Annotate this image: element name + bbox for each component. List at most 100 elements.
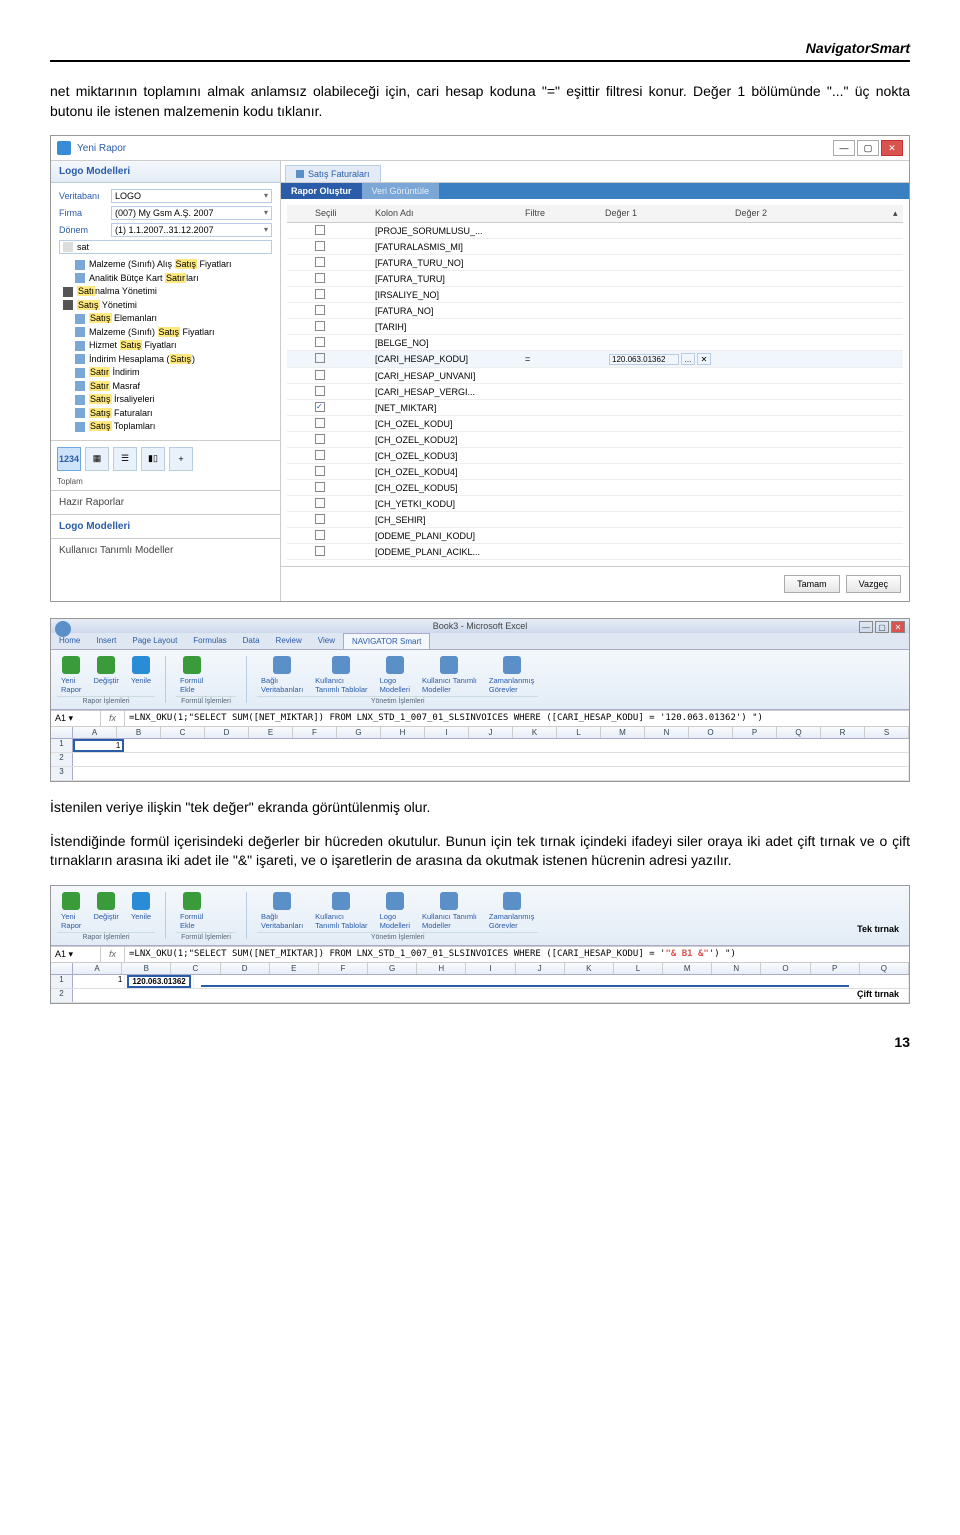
col-header[interactable]: K <box>513 727 557 738</box>
ribbon-button[interactable]: FormülEkle <box>176 654 207 696</box>
col-header[interactable]: A <box>73 727 117 738</box>
ribbon-tab[interactable]: NAVIGATOR Smart <box>343 633 430 649</box>
grid-row[interactable]: [FATURA_TURU] <box>287 271 903 287</box>
ribbon-button[interactable]: ZamanlanmışGörevler <box>485 654 538 696</box>
checkbox[interactable] <box>315 418 325 428</box>
col-header[interactable]: G <box>368 963 417 974</box>
ribbon-button[interactable]: KullanıcıTanımlı Tablolar <box>311 654 371 696</box>
ribbon-tab[interactable]: Review <box>268 633 310 649</box>
ribbon-tab[interactable]: Home <box>51 633 88 649</box>
row-num[interactable]: 3 <box>51 767 73 780</box>
col-header[interactable]: E <box>270 963 319 974</box>
tree-item[interactable]: Satır İndirim <box>59 366 272 380</box>
checkbox[interactable] <box>315 370 325 380</box>
tree-item[interactable]: Satış Toplamları <box>59 420 272 434</box>
col-header[interactable]: K <box>565 963 614 974</box>
ribbon-button[interactable]: ZamanlanmışGörevler <box>485 890 538 932</box>
col-header[interactable]: I <box>425 727 469 738</box>
firma-dropdown[interactable]: (007) My Gsm A.Ş. 2007▾ <box>111 206 272 220</box>
ribbon-button[interactable]: YeniRapor <box>57 890 85 932</box>
subtab-rapor[interactable]: Rapor Oluştur <box>281 183 362 199</box>
section-logo[interactable]: Logo Modelleri <box>51 514 280 538</box>
checkbox[interactable] <box>315 530 325 540</box>
cell-b1[interactable]: 120.063.01362 <box>125 975 193 988</box>
checkbox[interactable] <box>315 450 325 460</box>
name-box-2[interactable]: A1 ▾ <box>51 947 101 962</box>
col-header[interactable]: A <box>73 963 122 974</box>
tree-item[interactable]: Satınalma Yönetimi <box>59 285 272 299</box>
fx-icon[interactable]: fx <box>101 947 125 962</box>
scroll-up[interactable]: ▴ <box>889 205 903 222</box>
col-header[interactable]: P <box>811 963 860 974</box>
checkbox[interactable] <box>315 241 325 251</box>
grid-row[interactable]: [FATURA_TURU_NO] <box>287 255 903 271</box>
checkbox[interactable] <box>315 273 325 283</box>
col-header[interactable]: P <box>733 727 777 738</box>
col-header[interactable]: D <box>205 727 249 738</box>
checkbox[interactable] <box>315 482 325 492</box>
ribbon-button[interactable]: LogoModelleri <box>376 654 414 696</box>
view-1234-button[interactable]: 1234 <box>57 447 81 471</box>
tree-item[interactable]: Satış İrsaliyeleri <box>59 393 272 407</box>
checkbox[interactable] <box>315 305 325 315</box>
col-header[interactable]: L <box>614 963 663 974</box>
view-grid-button[interactable]: ▦ <box>85 447 109 471</box>
view-add-button[interactable]: + <box>169 447 193 471</box>
ribbon-button[interactable]: BağlıVeritabanları <box>257 654 307 696</box>
ribbon-button[interactable]: Kullanıcı TanımlıModeller <box>418 654 481 696</box>
col-header[interactable]: B <box>117 727 161 738</box>
maximize-button[interactable]: ▢ <box>857 140 879 156</box>
ribbon-tab[interactable]: Data <box>235 633 268 649</box>
ribbon-tab[interactable]: Insert <box>88 633 124 649</box>
ribbon-button[interactable]: LogoModelleri <box>376 890 414 932</box>
formula-input-2[interactable]: =LNX_OKU(1;"SELECT SUM([NET_MIKTAR]) FRO… <box>125 947 909 962</box>
col-header[interactable]: O <box>689 727 733 738</box>
col-header[interactable]: F <box>319 963 368 974</box>
col-header[interactable]: J <box>469 727 513 738</box>
dots-button[interactable]: ... <box>681 353 695 365</box>
col-header[interactable]: N <box>712 963 761 974</box>
grid-row[interactable]: [CH_OZEL_KODU4] <box>287 464 903 480</box>
col-header[interactable]: R <box>821 727 865 738</box>
close-button[interactable]: ✕ <box>881 140 903 156</box>
col-header[interactable]: M <box>601 727 645 738</box>
grid-row[interactable]: [CH_OZEL_KODU2] <box>287 432 903 448</box>
row-num[interactable]: 1 <box>51 975 73 988</box>
grid-row[interactable]: [TARIH] <box>287 319 903 335</box>
grid-row[interactable]: [CH_OZEL_KODU] <box>287 416 903 432</box>
cell-a1[interactable]: 1 <box>73 739 124 752</box>
col-header[interactable]: D <box>221 963 270 974</box>
excel-minimize[interactable]: — <box>859 621 873 633</box>
grid-row[interactable]: [NET_MIKTAR] <box>287 400 903 416</box>
col-header[interactable]: H <box>417 963 466 974</box>
grid-row[interactable]: [CH_OZEL_KODU5] <box>287 480 903 496</box>
col-header[interactable]: Q <box>860 963 909 974</box>
row-num[interactable]: 1 <box>51 739 73 752</box>
grid-row[interactable]: [CH_SEHIR] <box>287 512 903 528</box>
name-box[interactable]: A1 ▾ <box>51 711 101 726</box>
grid-row[interactable]: [ODEME_PLANI_KODU] <box>287 528 903 544</box>
row-num[interactable]: 2 <box>51 989 73 1002</box>
grid-row[interactable]: [IRSALIYE_NO] <box>287 287 903 303</box>
ribbon-button[interactable]: Değiştir <box>89 654 122 696</box>
checkbox[interactable] <box>315 353 325 363</box>
ribbon-button[interactable]: YeniRapor <box>57 654 85 696</box>
tree-item[interactable]: Analitik Bütçe Kart Satırları <box>59 272 272 286</box>
col-header[interactable]: F <box>293 727 337 738</box>
vazgec-button[interactable]: Vazgeç <box>846 575 901 593</box>
ribbon-tab[interactable]: Formulas <box>185 633 234 649</box>
ribbon-button[interactable]: Kullanıcı TanımlıModeller <box>418 890 481 932</box>
cell-a1-2[interactable]: 1 <box>73 975 125 988</box>
col-header[interactable]: B <box>122 963 171 974</box>
donem-dropdown[interactable]: (1) 1.1.2007..31.12.2007▾ <box>111 223 272 237</box>
grid-row[interactable]: [CH_YETKI_KODU] <box>287 496 903 512</box>
col-header[interactable]: N <box>645 727 689 738</box>
checkbox[interactable] <box>315 402 325 412</box>
checkbox[interactable] <box>315 546 325 556</box>
excel-maximize[interactable]: ▢ <box>875 621 889 633</box>
section-hazir[interactable]: Hazır Raporlar <box>51 490 280 514</box>
view-chart-button[interactable]: ▮▯ <box>141 447 165 471</box>
col-header[interactable]: H <box>381 727 425 738</box>
col-header[interactable]: S <box>865 727 909 738</box>
grid-row[interactable]: [FATURALASMIS_MI] <box>287 239 903 255</box>
